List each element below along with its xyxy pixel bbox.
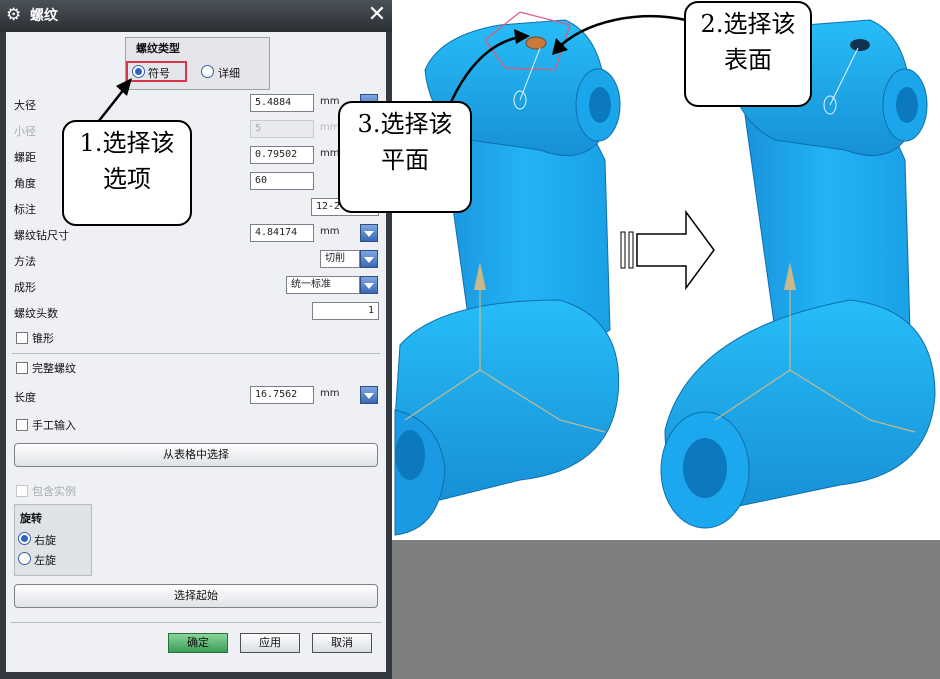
choose-from-table-button[interactable]: 从表格中选择 [14, 443, 378, 467]
tap-drill-size-menu-button[interactable] [360, 224, 378, 242]
callout-step2: 2.选择该 表面 [684, 1, 812, 107]
selected-face-feature [525, 36, 547, 50]
method-dropdown-button[interactable] [360, 250, 378, 268]
rotation-left-hand-label[interactable]: 左旋 [34, 552, 56, 568]
full-thread-label: 完整螺纹 [32, 362, 76, 375]
lower-boss-hole [395, 430, 425, 480]
manual-input-label: 手工输入 [32, 419, 76, 432]
upper-boss-side-hole-inner [896, 87, 918, 123]
tap-drill-size-unit: mm [320, 226, 340, 237]
manual-input-checkbox[interactable] [16, 419, 28, 431]
lower-boss-hole [683, 438, 727, 498]
callout-step1-line2: 选项 [103, 165, 151, 193]
length-unit: mm [320, 388, 340, 399]
bottom-gray-band [392, 540, 940, 679]
minor-diameter-unit: mm [320, 122, 340, 133]
transition-arrow [620, 209, 715, 291]
ok-button[interactable]: 确定 [168, 633, 228, 653]
close-icon[interactable]: ✕ [366, 3, 388, 27]
tap-drill-size-input[interactable]: 4.84174 [250, 224, 314, 242]
number-of-starts-label: 螺纹头数 [14, 307, 58, 320]
thread-type-detailed-radio[interactable] [201, 65, 214, 78]
select-start-button[interactable]: 选择起始 [14, 584, 378, 608]
major-diameter-unit: mm [320, 96, 340, 107]
full-thread-checkbox[interactable] [16, 362, 28, 374]
tapered-label: 锥形 [32, 332, 54, 345]
method-select[interactable]: 切削 [320, 250, 360, 268]
length-input[interactable]: 16.7562 [250, 386, 314, 404]
callout-label: 标注 [14, 203, 36, 216]
callout-step3: 3.选择该 平面 [338, 101, 472, 213]
length-menu-button[interactable] [360, 386, 378, 404]
number-of-starts-input[interactable]: 1 [312, 302, 379, 320]
part-model-before[interactable] [394, 11, 621, 536]
form-label: 成形 [14, 281, 36, 294]
pitch-input[interactable]: 0.79502 [250, 146, 314, 164]
callout-step3-line1: 3.选择该 [357, 110, 453, 138]
length-label: 长度 [14, 391, 36, 404]
rotation-right-hand-label[interactable]: 右旋 [34, 532, 56, 548]
upper-boss-side-hole-inner [589, 87, 611, 123]
form-select[interactable]: 统一标准 [286, 276, 360, 294]
callout-step2-line2: 表面 [724, 46, 772, 74]
thread-type-detailed-label[interactable]: 详细 [218, 65, 240, 81]
tapered-checkbox[interactable] [16, 332, 28, 344]
pitch-unit: mm [320, 148, 340, 159]
include-instances-checkbox [16, 485, 28, 497]
form-dropdown-button[interactable] [360, 276, 378, 294]
include-instances-label: 包含实例 [32, 485, 76, 498]
model-viewport[interactable] [392, 0, 940, 540]
callout-step1-line1: 1.选择该 [79, 129, 175, 157]
method-label: 方法 [14, 255, 36, 268]
rotation-label: 旋转 [20, 512, 42, 525]
divider [12, 353, 380, 354]
thread-feature-marker [850, 39, 870, 51]
apply-button[interactable]: 应用 [240, 633, 300, 653]
minor-diameter-input: 5 [250, 120, 314, 138]
callout-step2-line1: 2.选择该 [700, 10, 796, 38]
angle-input[interactable]: 60 [250, 172, 314, 190]
rotation-left-hand-radio[interactable] [18, 552, 31, 565]
divider [10, 622, 382, 623]
major-diameter-input[interactable]: 5.4884 [250, 94, 314, 112]
callout-step3-line2: 平面 [381, 146, 429, 174]
cancel-button[interactable]: 取消 [312, 633, 372, 653]
callout-step1: 1.选择该 选项 [62, 120, 192, 226]
rotation-right-hand-radio[interactable] [18, 532, 31, 545]
tap-drill-size-label: 螺纹钻尺寸 [14, 229, 69, 242]
